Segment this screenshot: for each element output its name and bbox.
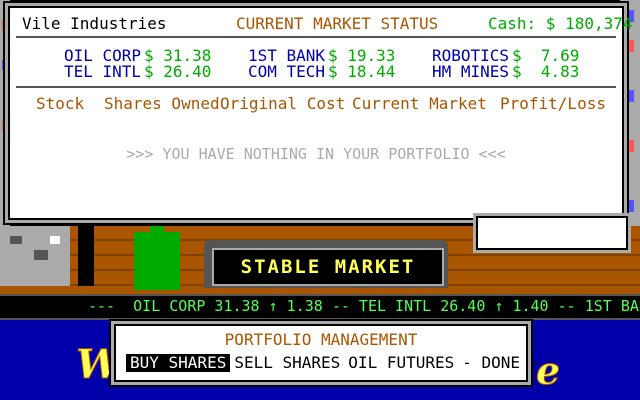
cash-display: Cash: $ 180,374	[488, 14, 633, 33]
menu-title: PORTFOLIO MANAGEMENT	[224, 330, 418, 349]
stock-ticker: --- OIL CORP 31.38 ↑ 1.38 -- TEL INTL 26…	[0, 294, 640, 320]
sell-shares-button[interactable]: SELL SHARES	[230, 354, 344, 372]
stock-name-com-tech: COM TECH	[248, 62, 326, 81]
ticker-text: --- OIL CORP 31.38 ↑ 1.38 -- TEL INTL 26…	[88, 297, 640, 315]
stock-name-tel-intl: TEL INTL	[64, 62, 142, 81]
menu-items: BUY SHARES SELL SHARES OIL FUTURES - DON…	[126, 354, 543, 372]
column-header-original-cost: Original Cost	[220, 94, 346, 113]
column-header-current-market: Current Market	[352, 94, 487, 113]
stock-price-tel-intl: $ 26.40	[144, 62, 212, 81]
column-header-stock: Stock	[36, 94, 85, 113]
oil-futures-button[interactable]: OIL FUTURES	[344, 354, 458, 372]
stocks-divider	[16, 86, 616, 88]
done-button[interactable]: - DONE -	[458, 354, 543, 372]
stock-name-hm-mines: HM MINES	[432, 62, 510, 81]
buy-shares-button[interactable]: BUY SHARES	[126, 354, 231, 372]
market-status-dialog: Vile Industries CURRENT MARKET STATUS Ca…	[8, 6, 633, 220]
stock-price-hm-mines: $ 4.83	[512, 62, 580, 81]
stock-price-com-tech: $ 18.44	[328, 62, 396, 81]
portfolio-management-menu: PORTFOLIO MANAGEMENT BUY SHARES SELL SHA…	[114, 324, 539, 382]
empty-portfolio-message: >>> YOU HAVE NOTHING IN YOUR PORTFOLIO <…	[126, 145, 506, 163]
company-name: Vile Industries	[22, 14, 167, 33]
column-header-shares-owned: Shares Owned	[104, 94, 220, 113]
header-divider	[16, 36, 616, 38]
market-sign: STABLE MARKET	[212, 248, 444, 286]
column-header-profit-loss: Profit/Loss	[500, 94, 606, 113]
dialog-title: CURRENT MARKET STATUS	[236, 14, 439, 33]
market-condition-text: STABLE MARKET	[240, 256, 416, 278]
side-panel	[476, 216, 628, 250]
